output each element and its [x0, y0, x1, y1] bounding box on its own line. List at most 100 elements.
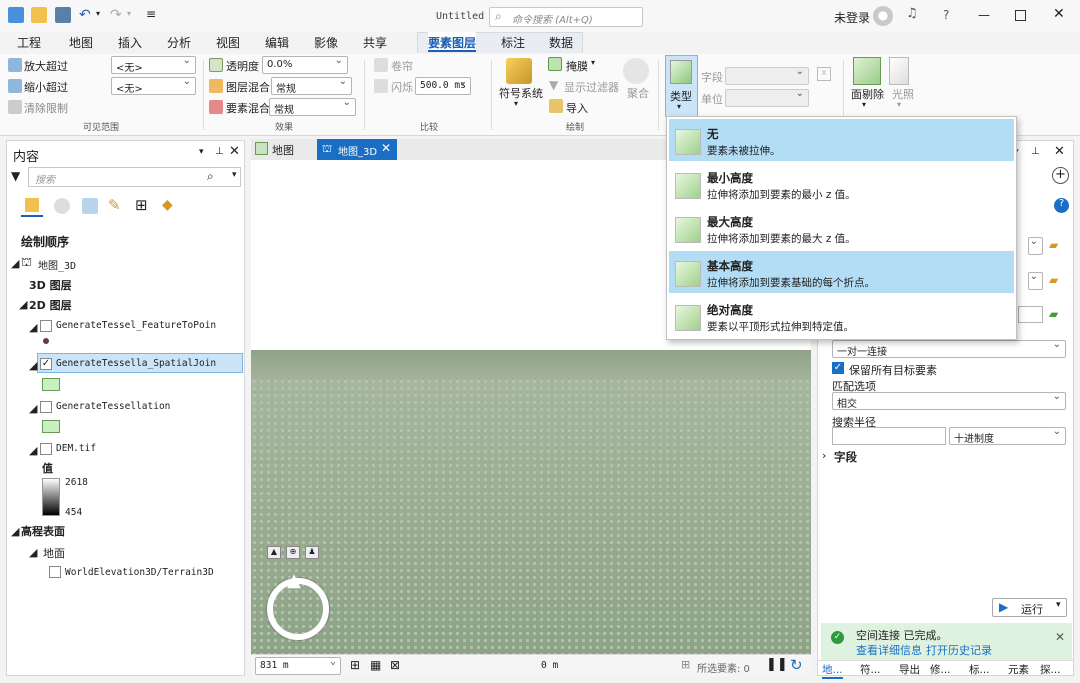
- avatar-icon[interactable]: ●: [873, 6, 893, 26]
- pause-drawing-icon[interactable]: ❚❚: [766, 657, 788, 672]
- show-filter-button[interactable]: 显示过滤器: [564, 79, 619, 95]
- list-by-editing-icon[interactable]: ✎: [108, 196, 121, 214]
- symbology-button[interactable]: 符号系统: [499, 85, 543, 101]
- layer-visibility-checkbox[interactable]: [40, 443, 52, 455]
- expand-icon[interactable]: ◢: [29, 321, 37, 334]
- notification-bell-icon[interactable]: ♫: [906, 6, 918, 21]
- zoom-out-beyond-label[interactable]: 缩小超过: [24, 79, 68, 95]
- bottom-tab-export[interactable]: 导出: [899, 662, 920, 677]
- tab-edit[interactable]: 编辑: [265, 32, 289, 52]
- tab-insert[interactable]: 插入: [118, 32, 142, 52]
- command-search-input[interactable]: ⌕ 命令搜索 (Alt+Q): [489, 7, 643, 27]
- expand-icon[interactable]: ◢: [29, 402, 37, 415]
- mask-button[interactable]: 掩膜: [566, 58, 588, 74]
- layer-tessellation[interactable]: GenerateTessellation: [56, 401, 170, 412]
- help-icon[interactable]: ?: [943, 8, 949, 22]
- zoom-in-beyond-label[interactable]: 放大超过: [24, 58, 68, 74]
- pin-icon[interactable]: ⊥: [1031, 146, 1040, 157]
- match-option-select[interactable]: 相交: [832, 391, 1066, 410]
- polygon-symbol[interactable]: [42, 420, 60, 433]
- grid-icon[interactable]: ⊞: [350, 658, 360, 672]
- layer-visibility-checkbox-checked[interactable]: ✓: [40, 358, 52, 370]
- tab-feature-layer[interactable]: 要素图层: [428, 32, 477, 52]
- close-pane-icon[interactable]: ✕: [1054, 144, 1065, 159]
- bottom-tab-labels[interactable]: 标...: [969, 662, 990, 677]
- snapping-icon[interactable]: ⊠: [390, 658, 400, 672]
- extrusion-field-select[interactable]: [725, 66, 809, 85]
- zoom-out-beyond-select[interactable]: <无>: [111, 76, 196, 95]
- layer-spatial-join[interactable]: GenerateTessella_SpatialJoin: [56, 358, 216, 369]
- chevron-right-icon[interactable]: ›: [822, 449, 826, 462]
- search-radius-input[interactable]: [832, 427, 946, 445]
- ground-node[interactable]: 地面: [43, 545, 65, 561]
- list-by-selection-icon[interactable]: [82, 198, 98, 214]
- first-person-icon[interactable]: ♟: [305, 546, 319, 559]
- clear-limits-button[interactable]: 清除限制: [24, 100, 68, 116]
- layers-3d-node[interactable]: 3D 图层: [29, 277, 72, 293]
- keep-all-checkbox[interactable]: ✓: [832, 362, 844, 374]
- menu-item-none[interactable]: 无 要素未被拉伸。: [669, 119, 1014, 161]
- list-by-snapping-icon[interactable]: ⊞: [135, 196, 148, 214]
- aggregate-button[interactable]: 聚合: [627, 85, 649, 101]
- customize-qat-icon[interactable]: ≡: [146, 7, 156, 21]
- add-icon[interactable]: +: [1052, 167, 1069, 184]
- browse-folder-icon[interactable]: ▰: [1049, 238, 1058, 252]
- save-icon[interactable]: [55, 7, 71, 23]
- join-operation-select[interactable]: 一对一连接: [832, 339, 1066, 358]
- undo-dropdown-icon[interactable]: ▾: [96, 9, 100, 18]
- close-pane-icon[interactable]: ✕: [229, 144, 240, 159]
- search-dropdown-icon[interactable]: ▾: [232, 170, 237, 180]
- transparency-input[interactable]: 0.0%: [262, 55, 348, 74]
- expand-icon[interactable]: ◢: [11, 525, 19, 538]
- layers-2d-node[interactable]: 2D 图层: [29, 297, 72, 313]
- map-node[interactable]: 地图_3D: [38, 257, 76, 272]
- tab-scene-view[interactable]: ⛫ 地图_3D ✕: [317, 139, 397, 160]
- menu-item-base-height[interactable]: 基本高度 拉伸将添加到要素基础的每个折点。: [669, 251, 1014, 293]
- feature-blend-select[interactable]: 常规: [269, 97, 356, 116]
- tab-project[interactable]: 工程: [17, 32, 41, 52]
- layer-blend-select[interactable]: 常规: [271, 76, 352, 95]
- refresh-icon[interactable]: ↻: [790, 656, 803, 674]
- lighting-button[interactable]: 光照: [892, 86, 914, 102]
- bottom-tab-modify[interactable]: 修...: [930, 662, 951, 677]
- zoom-in-beyond-select[interactable]: <无>: [111, 55, 196, 74]
- bottom-tab-elements[interactable]: 元素: [1008, 662, 1029, 677]
- input-dropdown[interactable]: [1028, 236, 1043, 255]
- view-details-link[interactable]: 查看详细信息: [856, 642, 922, 658]
- tab-data[interactable]: 数据: [549, 32, 573, 52]
- dismiss-icon[interactable]: ✕: [1055, 630, 1065, 644]
- layer-dem[interactable]: DEM.tif: [56, 443, 96, 454]
- layer-feature-to-point[interactable]: GenerateTessel_FeatureToPoin: [56, 320, 216, 331]
- expression-icon[interactable]: x: [817, 67, 831, 81]
- tab-map-view[interactable]: 地图: [272, 142, 294, 158]
- pane-options-icon[interactable]: ▾: [199, 147, 204, 157]
- full-extent-icon[interactable]: ⊕: [286, 546, 300, 559]
- fields-section[interactable]: 字段: [834, 449, 857, 465]
- filter-icon[interactable]: ▼: [11, 169, 20, 183]
- bottom-tab-explore[interactable]: 探...: [1040, 662, 1061, 677]
- browse-folder-icon[interactable]: ▰: [1049, 273, 1058, 287]
- tab-imagery[interactable]: 影像: [314, 32, 338, 52]
- close-icon[interactable]: ✕: [1053, 6, 1065, 22]
- bottom-tab-symbology[interactable]: 符...: [860, 662, 881, 677]
- navigator-heading-icon[interactable]: ▲: [287, 570, 301, 591]
- list-by-source-icon[interactable]: [54, 198, 70, 214]
- join-features-dropdown[interactable]: [1028, 271, 1043, 290]
- close-tab-icon[interactable]: ✕: [381, 141, 391, 155]
- browse-output-icon[interactable]: ▰: [1049, 307, 1058, 321]
- symbology-icon[interactable]: [506, 58, 532, 84]
- output-input[interactable]: [1018, 306, 1043, 323]
- swipe-button[interactable]: 卷帘: [391, 58, 413, 74]
- tab-map[interactable]: 地图: [69, 32, 93, 52]
- tab-share[interactable]: 共享: [363, 32, 387, 52]
- face-culling-button[interactable]: 面剔除: [851, 86, 884, 102]
- maximize-icon[interactable]: [1015, 10, 1026, 21]
- layer-visibility-checkbox[interactable]: [40, 401, 52, 413]
- run-button[interactable]: ▶ 运行 ▾: [992, 598, 1067, 617]
- minimize-icon[interactable]: —: [978, 8, 990, 22]
- extrusion-unit-select[interactable]: [725, 88, 809, 107]
- lighting-dropdown-icon[interactable]: ▾: [897, 100, 901, 109]
- terrain-layer[interactable]: WorldElevation3D/Terrain3D: [65, 567, 214, 578]
- symbology-dropdown-icon[interactable]: ▾: [514, 99, 518, 108]
- import-button[interactable]: 导入: [566, 100, 588, 116]
